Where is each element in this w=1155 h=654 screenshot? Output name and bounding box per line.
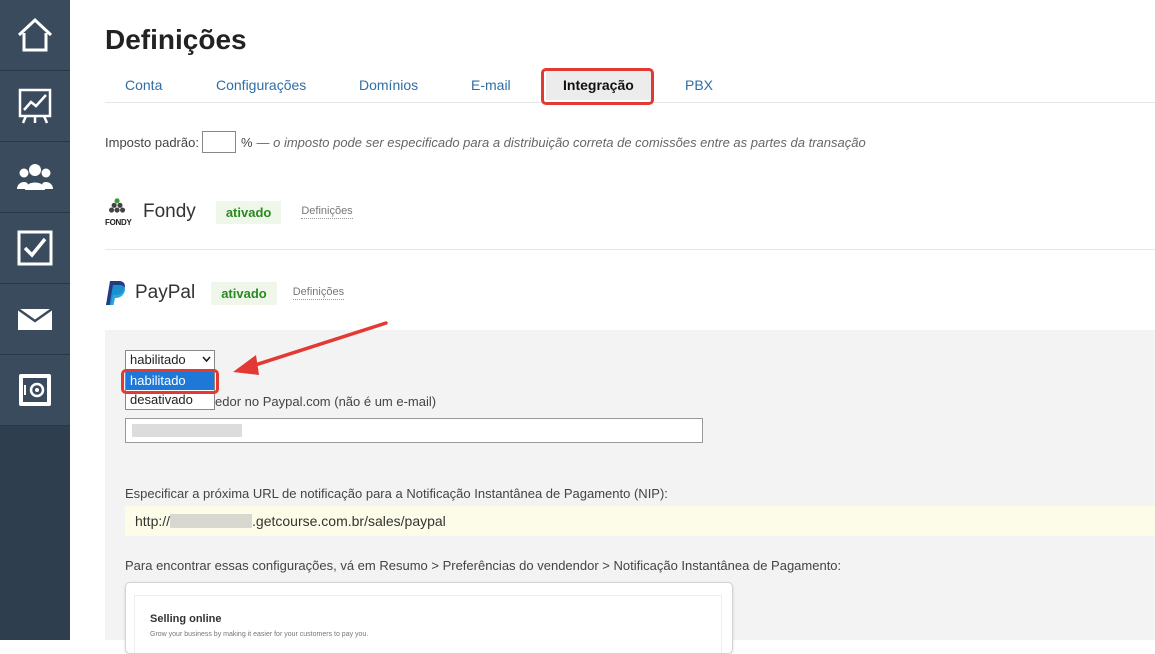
sidebar-home[interactable] (0, 0, 70, 71)
sidebar (0, 0, 70, 640)
nip-url-box: http:// .getcourse.com.br/sales/paypal (125, 506, 1155, 536)
tab-conta[interactable]: Conta (125, 70, 162, 102)
fondy-logo-text: FONDY (105, 218, 132, 227)
paypal-settings-panel: habilitado habilitado desativado edor no… (105, 330, 1155, 654)
sidebar-stats[interactable] (0, 71, 70, 142)
tax-input[interactable] (201, 131, 236, 153)
paypal-screenshot-preview: Selling online Grow your business by mak… (125, 582, 733, 654)
help-text: Para encontrar essas configurações, vá e… (125, 558, 842, 573)
tax-row: Imposto padrão: % — o imposto pode ser e… (105, 131, 866, 153)
redacted-domain (170, 514, 253, 528)
tax-unit: % (240, 134, 253, 150)
preview-frame (134, 595, 722, 653)
sidebar-users[interactable] (0, 142, 70, 213)
tab-dominios[interactable]: Domínios (359, 70, 418, 102)
fondy-logo: FONDY (105, 196, 135, 228)
sidebar-mail[interactable] (0, 284, 70, 355)
fondy-settings-link[interactable]: Definições (301, 205, 353, 219)
fondy-status-badge: ativado (215, 200, 282, 224)
fondy-name: Fondy (143, 201, 196, 222)
mail-icon (17, 307, 53, 330)
seller-id-label: edor no Paypal.com (não é um e-mail) (215, 394, 437, 409)
tax-label: Imposto padrão: (105, 134, 199, 150)
nip-url-suffix: .getcourse.com.br/sales/paypal (252, 513, 446, 529)
nip-url-prefix: http:// (135, 513, 171, 529)
paypal-logo-icon (106, 281, 125, 305)
page-title: Definições (105, 24, 247, 55)
select-value: habilitado (130, 352, 186, 367)
nip-label: Especificar a próxima URL de notificação… (125, 486, 668, 501)
seller-id-input[interactable] (125, 418, 703, 443)
tab-configuracoes[interactable]: Configurações (216, 70, 306, 102)
users-icon (17, 164, 53, 190)
home-icon (17, 17, 53, 52)
chart-icon (18, 88, 52, 124)
highlight-box-tab (541, 68, 654, 105)
tax-note: — o imposto pode ser especificado para a… (256, 134, 866, 150)
paypal-status-badge: ativado (211, 281, 277, 305)
paypal-name: PayPal (135, 282, 196, 303)
provider-paypal: PayPal ativado Definições (105, 280, 345, 306)
sidebar-settings[interactable] (0, 355, 70, 426)
provider-fondy: FONDY Fondy ativado Definições (105, 196, 353, 228)
checkbox-icon (17, 230, 53, 266)
paypal-enabled-select[interactable]: habilitado (125, 350, 215, 370)
chevron-down-icon (202, 356, 211, 363)
redacted-value (132, 424, 242, 437)
preview-subtitle: Grow your business by making it easier f… (150, 631, 369, 638)
tab-pbx[interactable]: PBX (685, 70, 713, 102)
paypal-settings-link[interactable]: Definições (292, 286, 345, 300)
safe-icon (19, 374, 51, 406)
highlight-box-option (121, 369, 219, 394)
tab-email[interactable]: E-mail (471, 70, 511, 102)
sidebar-tasks[interactable] (0, 213, 70, 284)
fondy-logo-icon (109, 198, 126, 213)
separator (105, 249, 1155, 250)
preview-title: Selling online (150, 613, 222, 625)
